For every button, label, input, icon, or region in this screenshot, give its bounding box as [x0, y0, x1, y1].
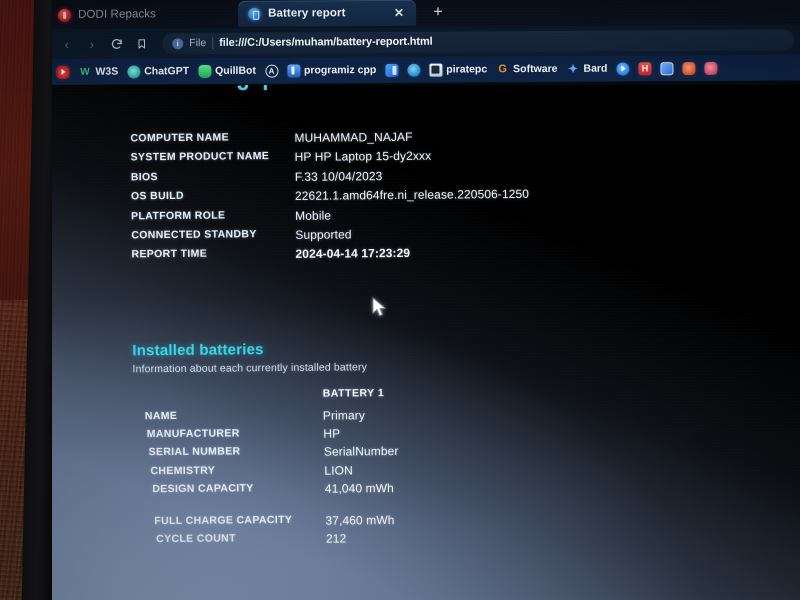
- system-info-key: SYSTEM PRODUCT NAME: [130, 150, 270, 164]
- navigation-bar: ‹ › i File file:///C:/Users/muham/batter…: [52, 24, 800, 59]
- system-info-value: MUHAMMAD_NAJAF: [294, 129, 413, 145]
- battery-info-value: 212: [325, 531, 347, 546]
- system-info-value: 22621.1.amd64fre.ni_release.220506-1250: [294, 187, 530, 204]
- bookmark-item[interactable]: H: [638, 61, 652, 75]
- battery-column-header: BATTERY 1: [322, 387, 385, 400]
- system-info-value: F.33 10/04/2023: [294, 168, 383, 184]
- bookmark-item[interactable]: [682, 61, 696, 75]
- bookmarks-bar: W W3S ChatGPT QuillBot Aprogramiz cpp piratep…: [52, 54, 800, 85]
- battery-info-key: FULL CHARGE CAPACITY: [154, 513, 293, 528]
- reload-icon[interactable]: [104, 33, 129, 55]
- battery-report-icon: [248, 7, 262, 21]
- system-info-value: HP HP Laptop 15-dy2xxx: [294, 149, 432, 165]
- forward-button[interactable]: ›: [79, 33, 104, 55]
- omnibox-divider: [212, 36, 214, 49]
- programiz-icon: [286, 63, 300, 78]
- bookmark-item[interactable]: [704, 61, 718, 75]
- bookmark-item[interactable]: [56, 65, 70, 79]
- bookmark-item[interactable]: [407, 63, 421, 77]
- system-info-value: Mobile: [295, 208, 332, 223]
- h-red-icon: H: [638, 61, 652, 75]
- scheme-label: File: [189, 37, 207, 50]
- battery-info-key: CHEMISTRY: [150, 464, 216, 477]
- bookmark-item[interactable]: [616, 61, 630, 76]
- tab-dodi-repacks[interactable]: DODI Repacks: [52, 1, 166, 28]
- bookmark-item[interactable]: A: [264, 64, 278, 78]
- system-info-key: OS BUILD: [130, 190, 184, 203]
- bookmark-item[interactable]: [385, 63, 399, 77]
- bard-icon: ✦: [567, 61, 579, 76]
- installed-batteries-heading: Installed batteries: [132, 341, 264, 360]
- battery-info-key: DESIGN CAPACITY: [152, 482, 254, 495]
- tab-battery-report[interactable]: Battery report ✕: [238, 0, 417, 27]
- w3schools-icon: W: [80, 66, 90, 78]
- browser-window: DODI Repacks Battery report ✕ + ‹ › i Fi…: [52, 0, 800, 600]
- battery-info-key: NAME: [144, 409, 178, 423]
- battery-info-key: CYCLE COUNT: [156, 532, 236, 546]
- battery-info-key: MANUFACTURER: [146, 427, 240, 441]
- chatgpt-icon: [127, 64, 141, 79]
- bookmark-label: piratepc: [446, 63, 488, 76]
- bookmark-label: W3S: [95, 65, 119, 78]
- battery-info-key: SERIAL NUMBER: [148, 445, 241, 459]
- system-info-key: BIOS: [130, 170, 158, 184]
- bookmark-item[interactable]: ✦ Bard: [566, 61, 608, 76]
- browser-chrome: DODI Repacks Battery report ✕ + ‹ › i Fi…: [52, 0, 800, 85]
- laptop-screen-photo: DODI Repacks Battery report ✕ + ‹ › i Fi…: [0, 0, 800, 600]
- quillbot-icon: [198, 64, 212, 78]
- battery-info-value: Primary: [322, 408, 366, 423]
- piratepc-icon: [429, 63, 443, 77]
- installed-batteries-subtitle: Information about each currently install…: [132, 361, 368, 376]
- bookmark-item[interactable]: programiz cpp: [286, 63, 377, 78]
- system-info-key: CONNECTED STANDBY: [131, 228, 257, 242]
- info-icon[interactable]: i: [172, 37, 184, 49]
- bookmark-item[interactable]: piratepc: [429, 63, 488, 77]
- bookmark-icon[interactable]: [129, 32, 154, 54]
- close-icon[interactable]: ✕: [392, 6, 406, 20]
- system-info-value: Supported: [295, 227, 352, 242]
- bookmark-label: ChatGPT: [144, 65, 190, 78]
- bookmark-item[interactable]: W W3S: [78, 65, 118, 78]
- bookmark-label: Software: [513, 62, 558, 76]
- discord-blue-icon: [660, 61, 674, 75]
- bookmark-item[interactable]: G Software: [496, 62, 557, 75]
- bookmark-label: programiz cpp: [303, 63, 377, 77]
- page-content: J l COMPUTER NAME MUHAMMAD_NAJAF SYSTEM PR…: [52, 85, 800, 600]
- new-tab-button[interactable]: +: [430, 4, 446, 21]
- play-blue-icon: [616, 61, 630, 76]
- google-icon: G: [498, 62, 507, 75]
- teal-app-icon: [407, 63, 421, 77]
- back-button[interactable]: ‹: [54, 33, 79, 55]
- address-bar[interactable]: i File file:///C:/Users/muham/battery-re…: [162, 28, 795, 54]
- bookmark-item[interactable]: QuillBot: [198, 64, 256, 78]
- battery-info-value: LION: [324, 462, 353, 478]
- bookmark-item[interactable]: [660, 61, 674, 75]
- battery-info-value: SerialNumber: [323, 444, 399, 460]
- system-info-key: PLATFORM ROLE: [131, 209, 226, 222]
- battery-info-value: 41,040 mWh: [324, 480, 394, 496]
- battery-info-value: 37,460 mWh: [325, 513, 395, 528]
- youtube-icon: [56, 65, 70, 79]
- cut-off-page-heading: J l: [237, 85, 272, 96]
- url-text: file:///C:/Users/muham/battery-report.ht…: [219, 35, 433, 49]
- tab-label: DODI Repacks: [78, 8, 157, 21]
- battery-info-value: HP: [323, 426, 341, 441]
- system-info-key: REPORT TIME: [131, 248, 208, 261]
- a-circle-icon: A: [264, 64, 278, 78]
- system-info-key: COMPUTER NAME: [130, 131, 229, 145]
- tab-label: Battery report: [268, 7, 346, 20]
- battery-report-document: J l COMPUTER NAME MUHAMMAD_NAJAF SYSTEM PR…: [52, 85, 800, 600]
- orange-app-icon: [682, 61, 696, 75]
- bookmark-label: QuillBot: [215, 64, 256, 77]
- system-info-value: 2024-04-14 17:23:29: [295, 246, 411, 262]
- bookmark-label: Bard: [583, 62, 608, 75]
- bookmark-item[interactable]: ChatGPT: [127, 64, 190, 79]
- dodi-repacks-icon: [58, 8, 72, 22]
- blue-app-icon: [385, 63, 399, 77]
- pink-app-icon: [704, 61, 718, 75]
